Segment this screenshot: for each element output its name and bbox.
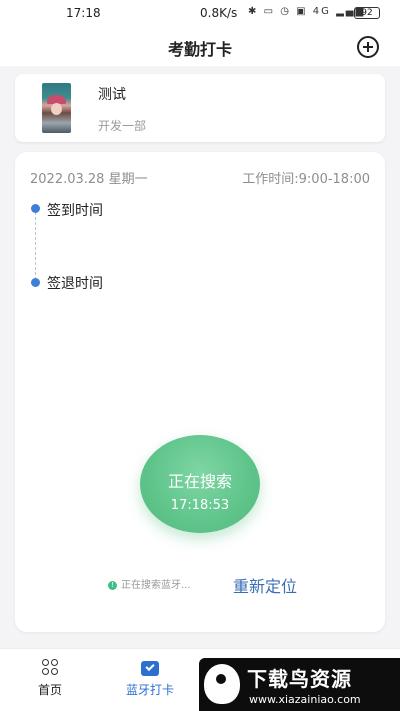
nav-item-bluetooth-checkin[interactable]: 蓝牙打卡	[117, 659, 183, 698]
profile-name: 测试	[98, 87, 126, 103]
signal-label: 4G	[312, 6, 331, 17]
check-in-label: 签到时间	[47, 203, 103, 219]
checkin-button[interactable]: 正在搜索 17:18:53	[140, 435, 260, 533]
nav-item-label: 首页	[37, 683, 62, 697]
attendance-card: 2022.03.28 星期一 工作时间:9:00-18:00 签到时间 签退时间…	[15, 152, 385, 632]
network-speed: 0.8K/s	[200, 6, 238, 20]
calendar-check-icon	[141, 661, 159, 676]
watermark-title: 下载鸟资源	[247, 667, 352, 691]
relocate-button[interactable]: 重新定位	[233, 573, 297, 597]
title-bar: 考勤打卡	[0, 26, 400, 66]
info-icon: !	[108, 580, 117, 590]
nav-item-home[interactable]: 首页	[28, 659, 72, 698]
alarm-icon: ◷	[280, 6, 291, 17]
date-value: 2022.03.28	[30, 172, 105, 187]
check-out-dot	[31, 278, 40, 287]
work-hours: 工作时间:9:00-18:00	[242, 172, 370, 187]
bird-logo-icon	[204, 664, 240, 704]
page-title: 考勤打卡	[167, 40, 232, 59]
status-bar: 17:18 0.8K/s ✱ ▭ ◷ ▣ 4G ▂▄▆ 92	[0, 0, 400, 26]
avatar	[42, 83, 71, 133]
hd-icon: ▣	[296, 6, 308, 17]
status-time: 17:18	[66, 6, 101, 20]
search-status-text: 正在搜索蓝牙...	[121, 580, 191, 591]
checkin-button-label: 正在搜索	[167, 472, 232, 491]
nav-item-label: 蓝牙打卡	[125, 683, 174, 697]
vibrate-icon: ▭	[263, 6, 276, 17]
grid-icon	[40, 659, 60, 677]
watermark-url: www.xiazainiao.com	[249, 693, 361, 706]
watermark: 下载鸟资源 www.xiazainiao.com	[199, 658, 400, 711]
check-in-dot	[31, 204, 40, 213]
search-status: ! 正在搜索蓝牙...	[108, 576, 191, 591]
add-icon[interactable]	[357, 36, 379, 58]
check-out-label: 签退时间	[47, 276, 103, 292]
timeline-connector	[35, 212, 36, 280]
attendance-date: 2022.03.28 星期一	[30, 168, 148, 187]
status-icons: ✱ ▭ ◷ ▣ 4G ▂▄▆	[248, 6, 365, 17]
profile-department: 开发一部	[98, 119, 147, 133]
checkin-button-time: 17:18:53	[170, 498, 230, 513]
weekday-value: 星期一	[108, 172, 148, 187]
battery-icon: 92	[354, 7, 380, 19]
profile-card[interactable]: 测试 开发一部	[15, 74, 385, 142]
bluetooth-icon: ✱	[248, 6, 259, 17]
